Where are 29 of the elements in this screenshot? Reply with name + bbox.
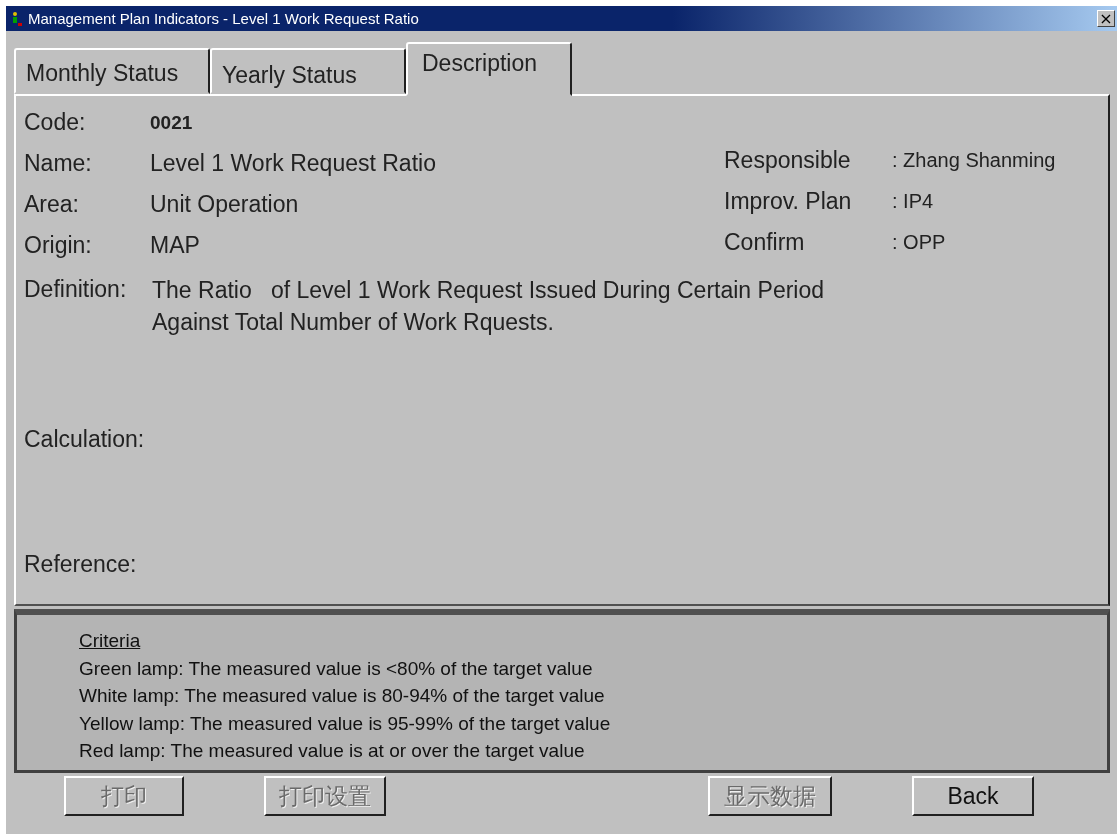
field-value: : Zhang Shanming xyxy=(892,149,1056,172)
field-value: Level 1 Work Request Ratio xyxy=(150,150,436,177)
field-label: Definition: xyxy=(24,276,128,304)
field-label: Confirm xyxy=(724,229,806,256)
criteria-line: Green lamp: The measured value is <80% of the target value xyxy=(79,656,593,681)
field-label: Responsible xyxy=(724,147,852,174)
field-label: Name: xyxy=(24,150,93,177)
field-value: MAP xyxy=(150,232,200,259)
field-label: Area: xyxy=(24,191,80,218)
window-title: Management Plan Indicators - Level 1 Work Request Ratio xyxy=(28,10,420,27)
field-label: Origin: xyxy=(24,232,93,259)
action-button[interactable]: Back xyxy=(912,776,1034,816)
field-value: : OPP xyxy=(892,231,946,254)
field-label: Improv. Plan xyxy=(724,188,853,215)
tab[interactable]: Description xyxy=(406,42,572,96)
criteria-line: Yellow lamp: The measured value is 95-99% of the target value xyxy=(79,711,611,736)
field-label: Reference: xyxy=(24,551,138,578)
field-label: Code: xyxy=(24,109,87,136)
field-label: Calculation: xyxy=(24,426,146,453)
field-value: Unit Operation xyxy=(150,191,299,218)
field-value: : IP4 xyxy=(892,190,934,213)
definition-text: The Ratio of Level 1 Work Request Issued During Certain Period Against Total Number of Work Rquests. xyxy=(152,276,826,337)
criteria-line: White lamp: The measured value is 80-94% of the target value xyxy=(79,684,605,708)
tab[interactable]: Monthly Status xyxy=(14,48,210,94)
field-value: 0021 xyxy=(150,111,193,134)
criteria-line: Red lamp: The measured value is at or over the target value xyxy=(79,739,585,763)
figure-icon xyxy=(10,10,24,27)
close-button[interactable]: × xyxy=(1097,10,1115,27)
criteria-title: Criteria xyxy=(79,629,141,653)
